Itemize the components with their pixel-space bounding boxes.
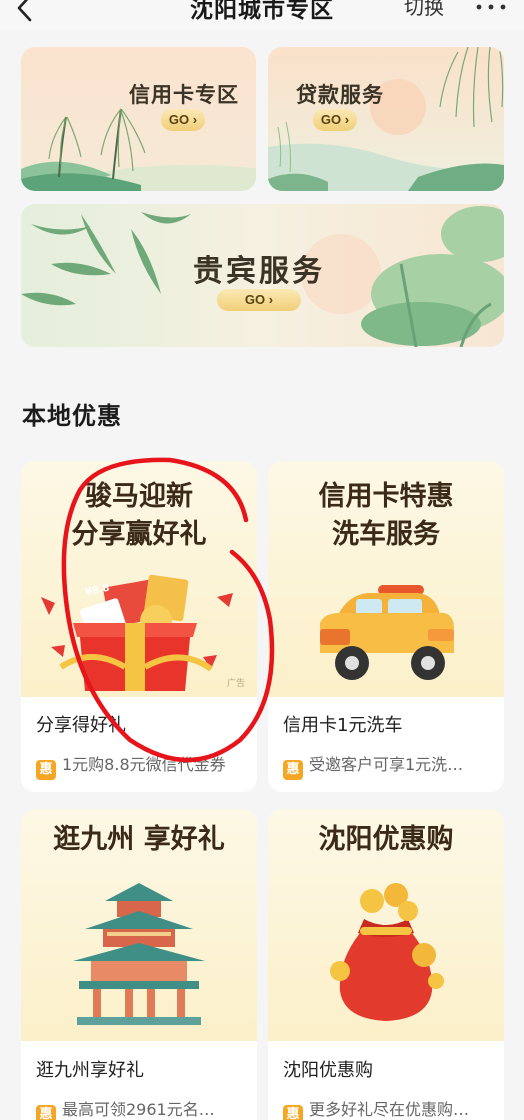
credit-card-zone-banner[interactable]: 信用卡专区 GO › [21,47,256,191]
card-description: 惠最高可领2961元名… [36,1096,246,1120]
willow-landscape-illustration [21,47,256,191]
vip-services-title: 贵宾服务 [193,254,325,289]
red-gift-box-illustration [41,574,233,691]
discount-badge: 惠 [36,1105,56,1120]
page: 沈阳城市专区 切换 信用卡专区 GO › 贷款服务 GO › 贵宾服务 GO ›… [0,0,524,1120]
go-label: GO [320,112,342,127]
willow-river-illustration [268,47,504,191]
top-nav-bar: 沈阳城市专区 切换 [0,0,524,30]
card-image: 骏马迎新 分享赢好礼 ¥8.8 广告 [21,461,257,697]
pagoda-illustration [73,883,205,1025]
card-image: 沈阳优惠购 [268,809,504,1041]
deal-card-share-gift[interactable]: 骏马迎新 分享赢好礼 ¥8.8 广告 分享得好礼 惠 1元购8.8元微信代金券 [21,461,257,792]
lucky-bag-illustration [330,883,444,1021]
card-image-title-line2: 洗车服务 [332,519,440,550]
card-image-title-line1: 信用卡特惠 [318,481,454,512]
chevron-right-icon: › [265,292,274,307]
deal-card-car-wash[interactable]: 信用卡特惠 洗车服务 信用卡1元洗车 惠受邀客户可享1元洗… [268,461,504,792]
vip-go-button[interactable]: GO › [217,289,301,311]
card-description-text: 最高可领2961元名… [62,1100,215,1119]
card-image-title: 逛九州 享好礼 [53,824,225,855]
page-title: 沈阳城市专区 [190,0,334,23]
card-name: 分享得好礼 [36,715,126,736]
card-description: 惠 1元购8.8元微信代金券 [36,751,246,780]
go-label: GO [244,292,266,307]
card-image-title: 沈阳优惠购 [318,824,454,855]
loan-services-banner[interactable]: 贷款服务 GO › [268,47,504,191]
go-label: GO [168,112,190,127]
vip-services-banner[interactable]: 贵宾服务 GO › [21,204,504,347]
discount-badge: 惠 [283,1105,303,1120]
deal-card-jiuzhou-gift[interactable]: 逛九州 享好礼 逛九州享好礼 惠最高可领2961元名… [21,809,257,1120]
loan-services-title: 贷款服务 [296,82,384,107]
card-image-title-line2: 分享赢好礼 [71,519,207,550]
card-description-text: 受邀客户可享1元洗… [309,755,464,774]
card-name: 沈阳优惠购 [283,1060,373,1081]
card-description-text: 更多好礼尽在优惠购… [309,1100,470,1119]
card-description: 惠受邀客户可享1元洗… [283,751,493,780]
card-description: 惠更多好礼尽在优惠购… [283,1096,493,1120]
discount-badge: 惠 [36,760,56,780]
card-image-title-line1: 骏马迎新 [85,481,193,512]
yellow-car-illustration [320,585,454,680]
chevron-right-icon: › [341,112,350,127]
card-name: 信用卡1元洗车 [283,715,403,736]
card-image: 信用卡特惠 洗车服务 [268,461,504,697]
card-description-text: 1元购8.8元微信代金券 [62,755,226,774]
deal-card-shenyang-shopping[interactable]: 沈阳优惠购 沈阳优惠购 惠更多好礼尽在优惠购… [268,809,504,1120]
credit-card-go-button[interactable]: GO › [161,109,205,131]
chevron-right-icon: › [189,112,198,127]
switch-city-button[interactable]: 切换 [404,0,444,20]
credit-card-zone-title: 信用卡专区 [129,82,239,107]
loan-go-button[interactable]: GO › [313,109,357,131]
card-image: 逛九州 享好礼 [21,809,257,1041]
local-deals-section-title: 本地优惠 [22,402,122,430]
ad-tag: 广告 [226,679,245,689]
card-name: 逛九州享好礼 [36,1060,144,1081]
discount-badge: 惠 [283,760,303,780]
more-options-icon[interactable] [474,0,508,14]
